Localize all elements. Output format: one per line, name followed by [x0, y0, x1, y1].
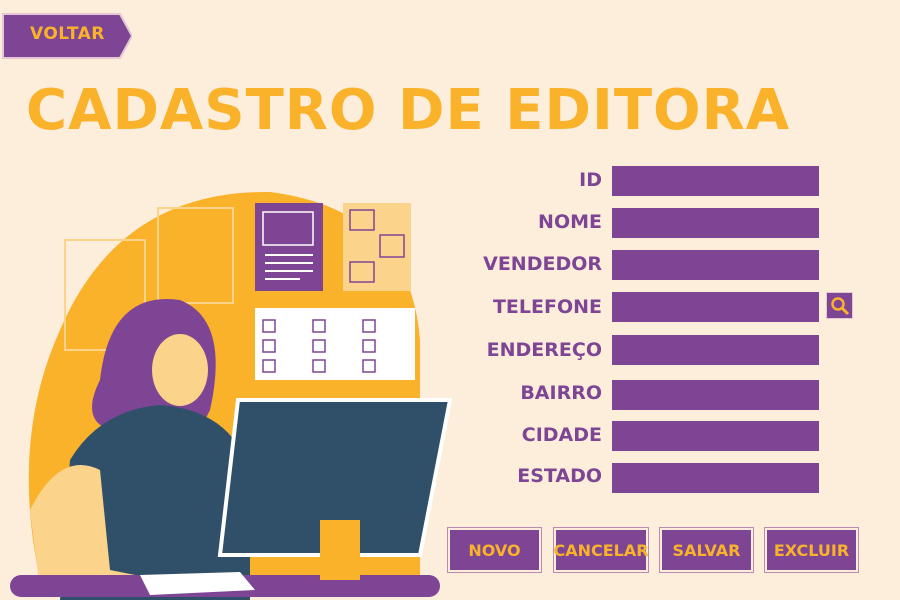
vendedor-label: VENDEDOR: [483, 253, 602, 275]
telefone-input[interactable]: [612, 292, 819, 322]
woman-at-computer-illustration: [10, 191, 453, 600]
page-title: CADASTRO DE EDITORA: [26, 78, 791, 143]
id-label: ID: [579, 169, 602, 191]
back-button[interactable]: VOLTAR: [2, 13, 132, 59]
id-input[interactable]: [612, 166, 819, 196]
salvar-label: SALVAR: [672, 540, 741, 560]
endereco-label: ENDEREÇO: [486, 339, 602, 361]
magnifier-icon: [830, 296, 849, 315]
estado-input[interactable]: [612, 463, 819, 493]
nome-input[interactable]: [612, 208, 819, 238]
cidade-label: CIDADE: [521, 424, 602, 446]
endereco-input[interactable]: [612, 335, 819, 365]
vendedor-input[interactable]: [612, 250, 819, 280]
bairro-label: BAIRRO: [520, 382, 602, 404]
estado-label: ESTADO: [517, 465, 602, 487]
telefone-label: TELEFONE: [492, 296, 602, 318]
search-button[interactable]: [826, 292, 853, 319]
nome-label: NOME: [538, 211, 602, 233]
cancelar-label: CANCELAR: [553, 540, 649, 560]
bairro-input[interactable]: [612, 380, 819, 410]
excluir-button[interactable]: EXCLUIR: [764, 527, 859, 573]
novo-button[interactable]: NOVO: [447, 527, 542, 573]
cancelar-button[interactable]: CANCELAR: [553, 527, 649, 573]
excluir-label: EXCLUIR: [773, 540, 850, 560]
salvar-button[interactable]: SALVAR: [659, 527, 754, 573]
back-button-label: VOLTAR: [30, 24, 105, 44]
cidade-input[interactable]: [612, 421, 819, 451]
novo-label: NOVO: [468, 540, 521, 560]
